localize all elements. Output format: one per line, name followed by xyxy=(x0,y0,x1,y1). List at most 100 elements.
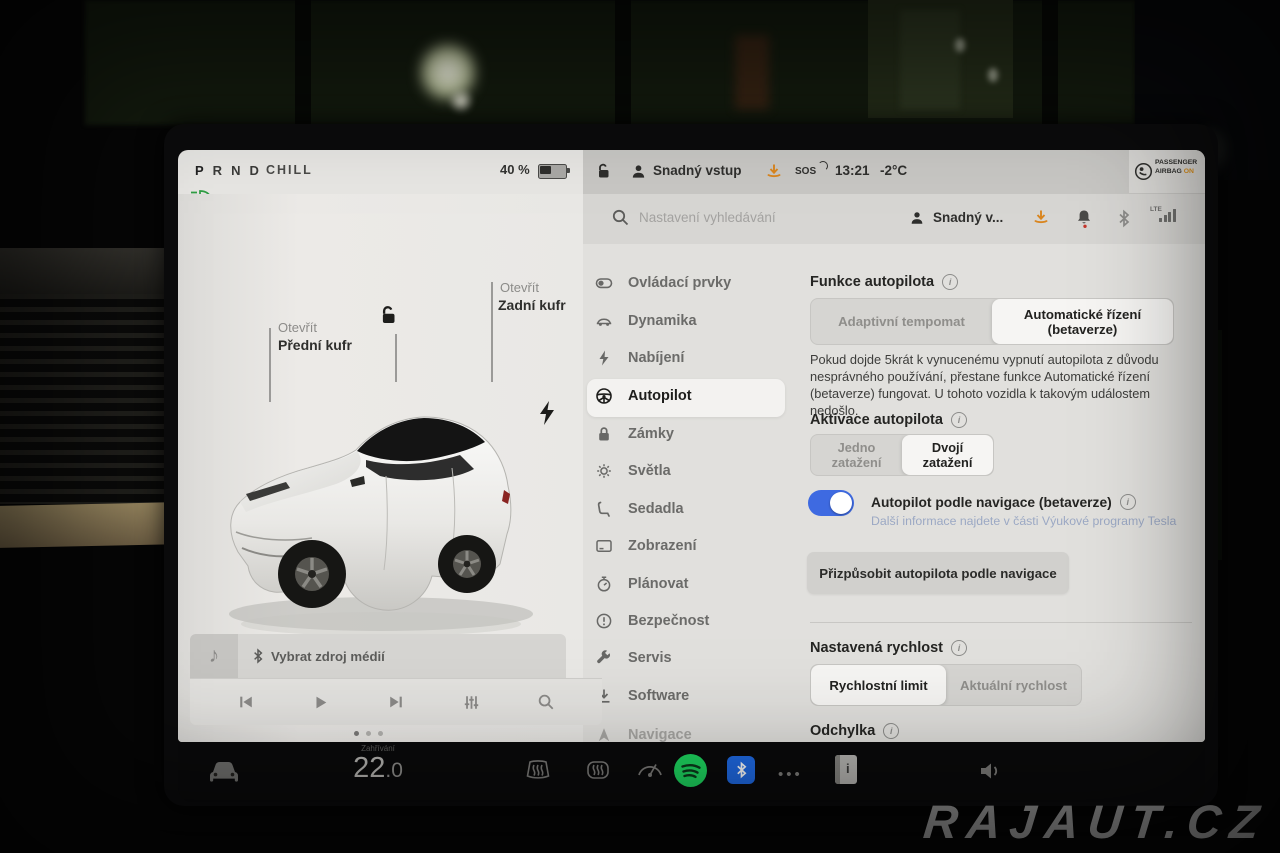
autopilot-activation-segmented: Jedno zatažení Dvojí zatažení xyxy=(810,434,994,476)
notifications-bell-icon[interactable] xyxy=(1075,208,1093,229)
info-icon[interactable]: i xyxy=(1120,494,1136,510)
tesla-touchscreen: P R N D CHILL 40 % A xyxy=(178,150,1205,742)
wiper-icon[interactable] xyxy=(636,759,664,783)
profile-name[interactable]: Snadný vstup xyxy=(653,163,742,178)
info-icon[interactable]: i xyxy=(951,640,967,656)
sidebar-item-service[interactable]: Servis xyxy=(595,641,785,675)
next-track-icon[interactable] xyxy=(387,694,405,710)
page-indicator-dots[interactable] xyxy=(354,731,383,736)
nav-autopilot-sublink[interactable]: Další informace najdete v části Výukové … xyxy=(871,514,1176,528)
media-search-icon[interactable] xyxy=(537,693,555,711)
option-adaptive-cruise[interactable]: Adaptivní tempomat xyxy=(811,299,992,344)
option-autosteer-beta[interactable]: Automatické řízení (betaverze) xyxy=(992,299,1173,344)
profile-short-name[interactable]: Snadný v... xyxy=(933,210,1003,225)
sidebar-item-display[interactable]: Zobrazení xyxy=(595,529,785,563)
sidebar-item-schedule[interactable]: Plánovat xyxy=(595,567,785,601)
bluetooth-launcher-icon[interactable] xyxy=(727,756,755,784)
frunk-label[interactable]: Přední kufr xyxy=(278,337,352,353)
nav-autopilot-toggle[interactable] xyxy=(808,490,854,516)
charge-port-flash-icon[interactable] xyxy=(538,400,556,426)
sidebar-item-software[interactable]: Software xyxy=(595,679,785,713)
background-light-blob xyxy=(448,88,474,114)
features-section-title: Funkce autopilota i xyxy=(810,274,958,290)
search-icon[interactable] xyxy=(611,208,630,227)
settings-panel: Ovládací prvky Dynamika Nabíjení Autopil… xyxy=(583,244,1205,742)
clock: 13:21 xyxy=(835,163,870,178)
section-divider xyxy=(810,622,1192,623)
gear-r[interactable]: R xyxy=(213,163,222,178)
settings-search-bar: Nastavení vyhledávání Snadný v... LTE xyxy=(583,194,1205,245)
software-update-icon[interactable] xyxy=(765,162,783,181)
unlocked-icon[interactable] xyxy=(378,304,400,326)
profile-icon[interactable] xyxy=(909,210,925,226)
spotify-icon[interactable] xyxy=(674,754,707,787)
cabin-temperature[interactable]: 22.0 xyxy=(328,752,428,785)
gear-n[interactable]: N xyxy=(231,163,240,178)
status-bar-left: P R N D CHILL 40 % xyxy=(178,150,583,194)
owners-manual-icon[interactable] xyxy=(835,755,857,784)
sidebar-item-lights[interactable]: Světla xyxy=(595,454,785,488)
window-frame xyxy=(615,0,631,125)
offset-section-title: Odchylka i xyxy=(810,723,899,739)
gear-p[interactable]: P xyxy=(195,163,204,178)
battery-icon xyxy=(538,164,567,179)
option-current-speed[interactable]: Aktuální rychlost xyxy=(946,665,1081,705)
sidebar-item-locks[interactable]: Zámky xyxy=(595,417,785,451)
equalizer-icon[interactable] xyxy=(463,694,480,711)
bluetooth-icon[interactable] xyxy=(1117,209,1131,228)
activation-section-title: Aktivace autopilota i xyxy=(810,412,967,428)
option-double-pull[interactable]: Dvojí zatažení xyxy=(902,435,993,475)
sidebar-item-seats[interactable]: Sedadla xyxy=(595,492,785,526)
watermark: RAJAUT.CZ xyxy=(921,794,1271,849)
sidebar-item-safety[interactable]: Bezpečnost xyxy=(595,604,785,638)
more-apps-icon[interactable]: ••• xyxy=(778,766,803,783)
media-source-bar[interactable]: ♪ Vybrat zdroj médií xyxy=(190,634,566,678)
speed-section-title: Nastavená rychlost i xyxy=(810,640,967,656)
option-speed-limit[interactable]: Rychlostní limit xyxy=(811,665,946,705)
option-single-pull[interactable]: Jedno zatažení xyxy=(811,435,902,475)
trunk-label[interactable]: Zadní kufr xyxy=(498,297,566,313)
sidebar-item-autopilot[interactable]: Autopilot xyxy=(595,379,785,413)
front-defrost-icon[interactable] xyxy=(524,758,552,784)
sidebar-item-dynamics[interactable]: Dynamika xyxy=(595,304,785,338)
sidebar-item-controls[interactable]: Ovládací prvky xyxy=(595,266,785,300)
music-note-icon: ♪ xyxy=(190,634,238,678)
status-bar-right: Snadný vstup SOS 13:21 -2°C PASSENGER AI… xyxy=(583,150,1205,194)
info-icon[interactable]: i xyxy=(951,412,967,428)
vehicle-controls-icon[interactable] xyxy=(206,756,242,786)
gear-selector[interactable]: P R N D xyxy=(195,163,259,178)
sidebar-item-charging[interactable]: Nabíjení xyxy=(595,341,785,375)
background-reflection xyxy=(735,35,769,110)
car-dynamics-icon xyxy=(595,312,613,330)
info-icon[interactable]: i xyxy=(883,723,899,739)
steering-wheel-icon xyxy=(595,387,613,405)
background-light-dot xyxy=(988,68,998,82)
lock-icon xyxy=(595,425,613,443)
unlocked-icon[interactable] xyxy=(595,162,613,180)
trunk-action-label[interactable]: Otevřít xyxy=(500,280,539,295)
play-icon[interactable] xyxy=(312,694,329,711)
select-media-source[interactable]: Vybrat zdroj médií xyxy=(252,634,385,678)
background-light-dot xyxy=(955,38,965,52)
frunk-action-label[interactable]: Otevřít xyxy=(278,320,317,335)
rear-defrost-icon[interactable] xyxy=(584,758,612,784)
sidebar-item-navigation[interactable]: Navigace xyxy=(595,718,785,742)
vehicle-render[interactable] xyxy=(216,372,551,647)
airbag-text: PASSENGER AIRBAG ON xyxy=(1155,158,1197,176)
window-frame xyxy=(295,0,311,125)
sos-arc-icon xyxy=(818,161,828,171)
drive-mode-label: CHILL xyxy=(266,163,313,177)
service-wrench-icon xyxy=(595,649,613,667)
customize-autopilot-button[interactable]: Přizpůsobit autopilota podle navigace xyxy=(807,552,1069,594)
volume-icon[interactable] xyxy=(978,760,1004,782)
bottom-launcher-bar: Zahřívání 22.0 ••• xyxy=(178,742,1205,802)
battery-percent: 40 % xyxy=(500,162,530,177)
info-icon[interactable]: i xyxy=(942,274,958,290)
profile-icon[interactable] xyxy=(630,163,647,180)
software-update-icon[interactable] xyxy=(1032,208,1050,227)
search-input[interactable]: Nastavení vyhledávání xyxy=(639,210,776,225)
background-door-light xyxy=(900,10,960,110)
previous-track-icon[interactable] xyxy=(237,694,255,710)
battery-icon-nub xyxy=(567,168,570,173)
gear-d[interactable]: D xyxy=(249,163,258,178)
